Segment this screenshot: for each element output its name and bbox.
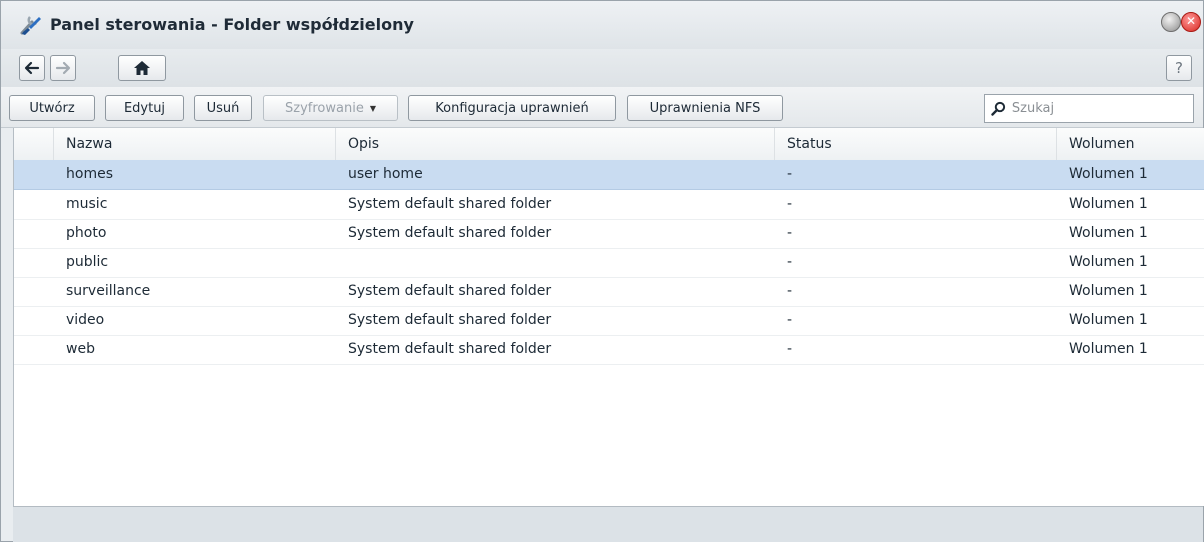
home-icon <box>134 61 150 75</box>
folder-name: public <box>66 254 109 270</box>
arrow-left-icon <box>24 61 40 75</box>
folder-status: - <box>787 225 793 241</box>
folder-description: System default shared folder <box>348 283 552 299</box>
chevron-down-icon: ▼ <box>369 103 376 113</box>
table-row[interactable]: web System default shared folder - Wolum… <box>14 335 1204 365</box>
folder-name: surveillance <box>66 283 151 299</box>
folder-volume: Wolumen 1 <box>1069 341 1148 357</box>
table-row[interactable]: public - Wolumen 1 <box>14 248 1204 278</box>
folder-name: homes <box>66 166 113 182</box>
search-icon <box>991 101 1006 116</box>
table-row[interactable]: video System default shared folder - Wol… <box>14 306 1204 336</box>
column-header-select[interactable] <box>14 128 54 160</box>
edit-label: Edytuj <box>123 100 166 116</box>
folder-name: video <box>66 312 105 328</box>
table-row[interactable]: music System default shared folder - Wol… <box>14 190 1204 220</box>
folder-description: user home <box>348 166 423 182</box>
folder-status: - <box>787 254 793 270</box>
back-button[interactable] <box>19 55 45 81</box>
folder-description: System default shared folder <box>348 312 552 328</box>
create-label: Utwórz <box>29 100 75 116</box>
folder-name: music <box>66 196 108 212</box>
delete-label: Usuń <box>206 100 240 116</box>
arrow-right-icon <box>55 61 71 75</box>
control-panel-icon <box>20 16 41 35</box>
create-button[interactable]: Utwórz <box>9 95 95 121</box>
permissions-config-button[interactable]: Konfiguracja uprawnień <box>408 95 616 121</box>
folder-status: - <box>787 283 793 299</box>
column-header-status[interactable]: Status <box>775 128 1057 160</box>
column-header-name[interactable]: Nazwa <box>54 128 336 160</box>
encryption-label: Szyfrowanie <box>285 100 364 116</box>
close-button[interactable]: ✕ <box>1181 12 1201 32</box>
folder-description: System default shared folder <box>348 341 552 357</box>
nfs-permissions-label: Uprawnienia NFS <box>649 100 761 116</box>
table-row[interactable]: photo System default shared folder - Wol… <box>14 219 1204 249</box>
help-button[interactable]: ? <box>1166 55 1192 81</box>
folder-volume: Wolumen 1 <box>1069 312 1148 328</box>
table-row[interactable]: surveillance System default shared folde… <box>14 277 1204 307</box>
column-header-description[interactable]: Opis <box>336 128 775 160</box>
edit-button[interactable]: Edytuj <box>105 95 184 121</box>
folder-status: - <box>787 312 793 328</box>
folder-volume: Wolumen 1 <box>1069 196 1148 212</box>
folder-description: System default shared folder <box>348 225 552 241</box>
table-row[interactable]: homes user home - Wolumen 1 <box>14 160 1204 190</box>
folder-volume: Wolumen 1 <box>1069 254 1148 270</box>
folder-volume: Wolumen 1 <box>1069 225 1148 241</box>
forward-button[interactable] <box>50 55 76 81</box>
folder-description: System default shared folder <box>348 196 552 212</box>
folder-volume: Wolumen 1 <box>1069 283 1148 299</box>
navigation-bar: ? <box>1 49 1203 87</box>
folder-status: - <box>787 196 793 212</box>
search-box[interactable] <box>984 94 1194 123</box>
folder-name: photo <box>66 225 107 241</box>
home-button[interactable] <box>118 55 166 81</box>
delete-button[interactable]: Usuń <box>194 95 252 121</box>
permissions-config-label: Konfiguracja uprawnień <box>435 100 589 116</box>
table-header: Nazwa Opis Status Wolumen <box>14 128 1204 161</box>
title-bar: Panel sterowania - Folder współdzielony … <box>1 1 1203 49</box>
window-title: Panel sterowania - Folder współdzielony <box>50 15 414 34</box>
minimize-button[interactable] <box>1161 12 1181 32</box>
folder-volume: Wolumen 1 <box>1069 166 1148 182</box>
folder-description <box>336 248 775 277</box>
column-header-volume[interactable]: Wolumen <box>1057 128 1204 160</box>
search-input[interactable] <box>1009 100 1193 117</box>
status-bar <box>13 506 1203 542</box>
toolbar: Utwórz Edytuj Usuń Szyfrowanie ▼ Konfigur… <box>1 87 1203 128</box>
folder-status: - <box>787 341 793 357</box>
encryption-dropdown[interactable]: Szyfrowanie ▼ <box>263 95 398 121</box>
folder-name: web <box>66 341 95 357</box>
nfs-permissions-button[interactable]: Uprawnienia NFS <box>627 95 783 121</box>
folder-status: - <box>787 166 793 182</box>
shared-folders-table: Nazwa Opis Status Wolumen homes user hom… <box>13 128 1204 506</box>
control-panel-window: Panel sterowania - Folder współdzielony … <box>0 0 1204 542</box>
